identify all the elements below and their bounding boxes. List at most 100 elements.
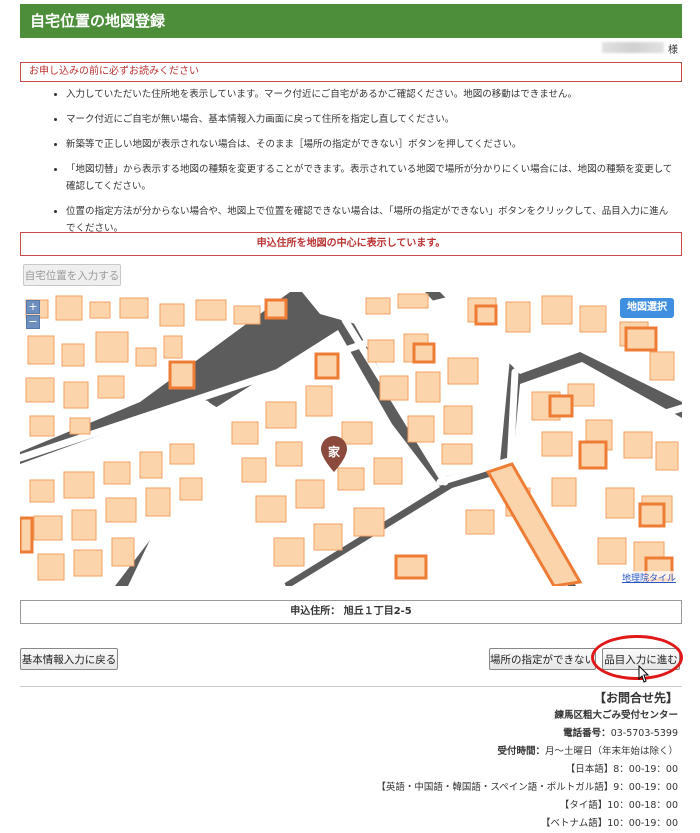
building [407,415,435,443]
building [25,377,55,403]
building [655,441,679,471]
building [365,297,391,315]
contact-phone: 電話番号：03-5703-5399 [376,725,678,743]
map-select-button[interactable]: 地図選択 [620,298,674,318]
contact-info: 【お問合せ先】 練馬区粗大ごみ受付センター 電話番号：03-5703-5399 … [376,689,678,833]
contact-hours-value: 月～土曜日（年末年始は除く） [544,746,678,757]
building [105,497,137,523]
user-honorific: 様 [668,45,678,56]
contact-phone-number: 03-5703-5399 [610,728,678,739]
building [103,461,131,485]
building [135,347,157,367]
building [241,457,267,483]
building [295,479,325,509]
building [275,441,303,467]
address-value: 旭丘１丁目2-5 [343,606,412,617]
notice-item: 新築等で正しい地図が表示されない場合は、そのまま［場所の指定ができない］ボタンを… [66,136,682,153]
building [27,335,55,365]
map-view[interactable]: 家 + − 地図選択 地理院タイル [20,292,682,586]
user-name-redacted [602,42,664,53]
building [265,401,297,429]
building [61,343,85,367]
building [474,304,498,326]
contact-phone-label: 電話番号： [563,728,611,739]
building [159,303,185,327]
building [353,507,385,537]
building [95,331,129,363]
contact-title: 【お問合せ先】 [593,691,678,705]
cannot-specify-location-button[interactable]: 場所の指定ができない [489,648,596,670]
input-home-location-button[interactable]: 自宅位置を入力する [23,264,121,286]
building [505,301,531,333]
building [441,443,473,465]
building [169,443,195,465]
building [314,352,340,380]
building [341,421,373,445]
house-marker-label: 家 [328,444,341,459]
building [55,295,83,321]
building [273,537,305,567]
back-to-basic-info-button[interactable]: 基本情報入力に戻る [20,648,118,670]
contact-language-hours: 【タイ語】10：00-18：00 [559,800,678,811]
contact-center-name: 練馬区粗大ごみ受付センター [554,710,678,721]
map-road [506,368,519,472]
building [63,471,95,499]
building [394,554,428,580]
building [29,479,55,503]
building [541,431,573,457]
zoom-in-button[interactable]: + [26,300,40,314]
building [548,394,574,418]
notice-item: 「地図切替」から表示する地図の種類を変更することができます。表示されている地図で… [66,161,682,195]
building [541,295,573,325]
building [233,305,261,325]
building [313,523,343,551]
building [73,549,103,577]
address-label: 申込住所： [290,606,341,617]
building [597,537,627,565]
building [29,415,55,437]
contact-language-hours: 【英語・中国語・韓国語・スペイン語・ポルトガル語】9：00-19：00 [376,782,678,793]
building [605,487,635,519]
building [551,477,577,507]
zoom-out-button[interactable]: − [26,315,40,329]
building [63,381,89,409]
building [264,298,288,320]
user-name-line: 様 [20,40,682,56]
map-credit-link[interactable]: 地理院タイル [621,571,676,584]
building [255,495,287,523]
building [578,440,608,470]
footer-divider [20,686,682,687]
building [412,342,436,364]
building [397,293,429,309]
building [163,335,183,359]
contact-hours-label: 受付時間： [497,746,545,757]
building [231,421,259,445]
building [367,339,395,363]
building [97,375,125,399]
building [373,457,403,485]
map-canvas[interactable]: 家 [20,292,682,586]
page-title: 自宅位置の地図登録 [20,4,682,38]
building [111,537,135,567]
building [20,516,34,554]
notice-list: 入力していただいた住所地を表示しています。マーク付近にご自宅があるかご確認くださ… [20,86,682,245]
building [465,509,495,535]
building [119,297,149,319]
contact-language-hours: 【ベトナム語】10：00-19：00 [541,818,678,829]
building [447,357,479,385]
building [168,360,196,390]
building [89,301,111,319]
building [71,509,97,541]
building [139,451,163,479]
notice-item: 入力していただいた住所地を表示しています。マーク付近にご自宅があるかご確認くださ… [66,86,682,103]
notice-heading: お申し込みの前に必ずお読みください [20,62,682,82]
address-display: 申込住所： 旭丘１丁目2-5 [20,600,682,624]
map-center-message: 申込住所を地図の中心に表示しています。 [20,232,682,256]
building [305,385,333,417]
mouse-cursor-icon [638,665,650,683]
building [623,431,653,459]
building [69,417,91,435]
building [579,305,607,333]
building [638,502,666,528]
contact-language-hours: 【日本語】8：00-19：00 [565,764,678,775]
